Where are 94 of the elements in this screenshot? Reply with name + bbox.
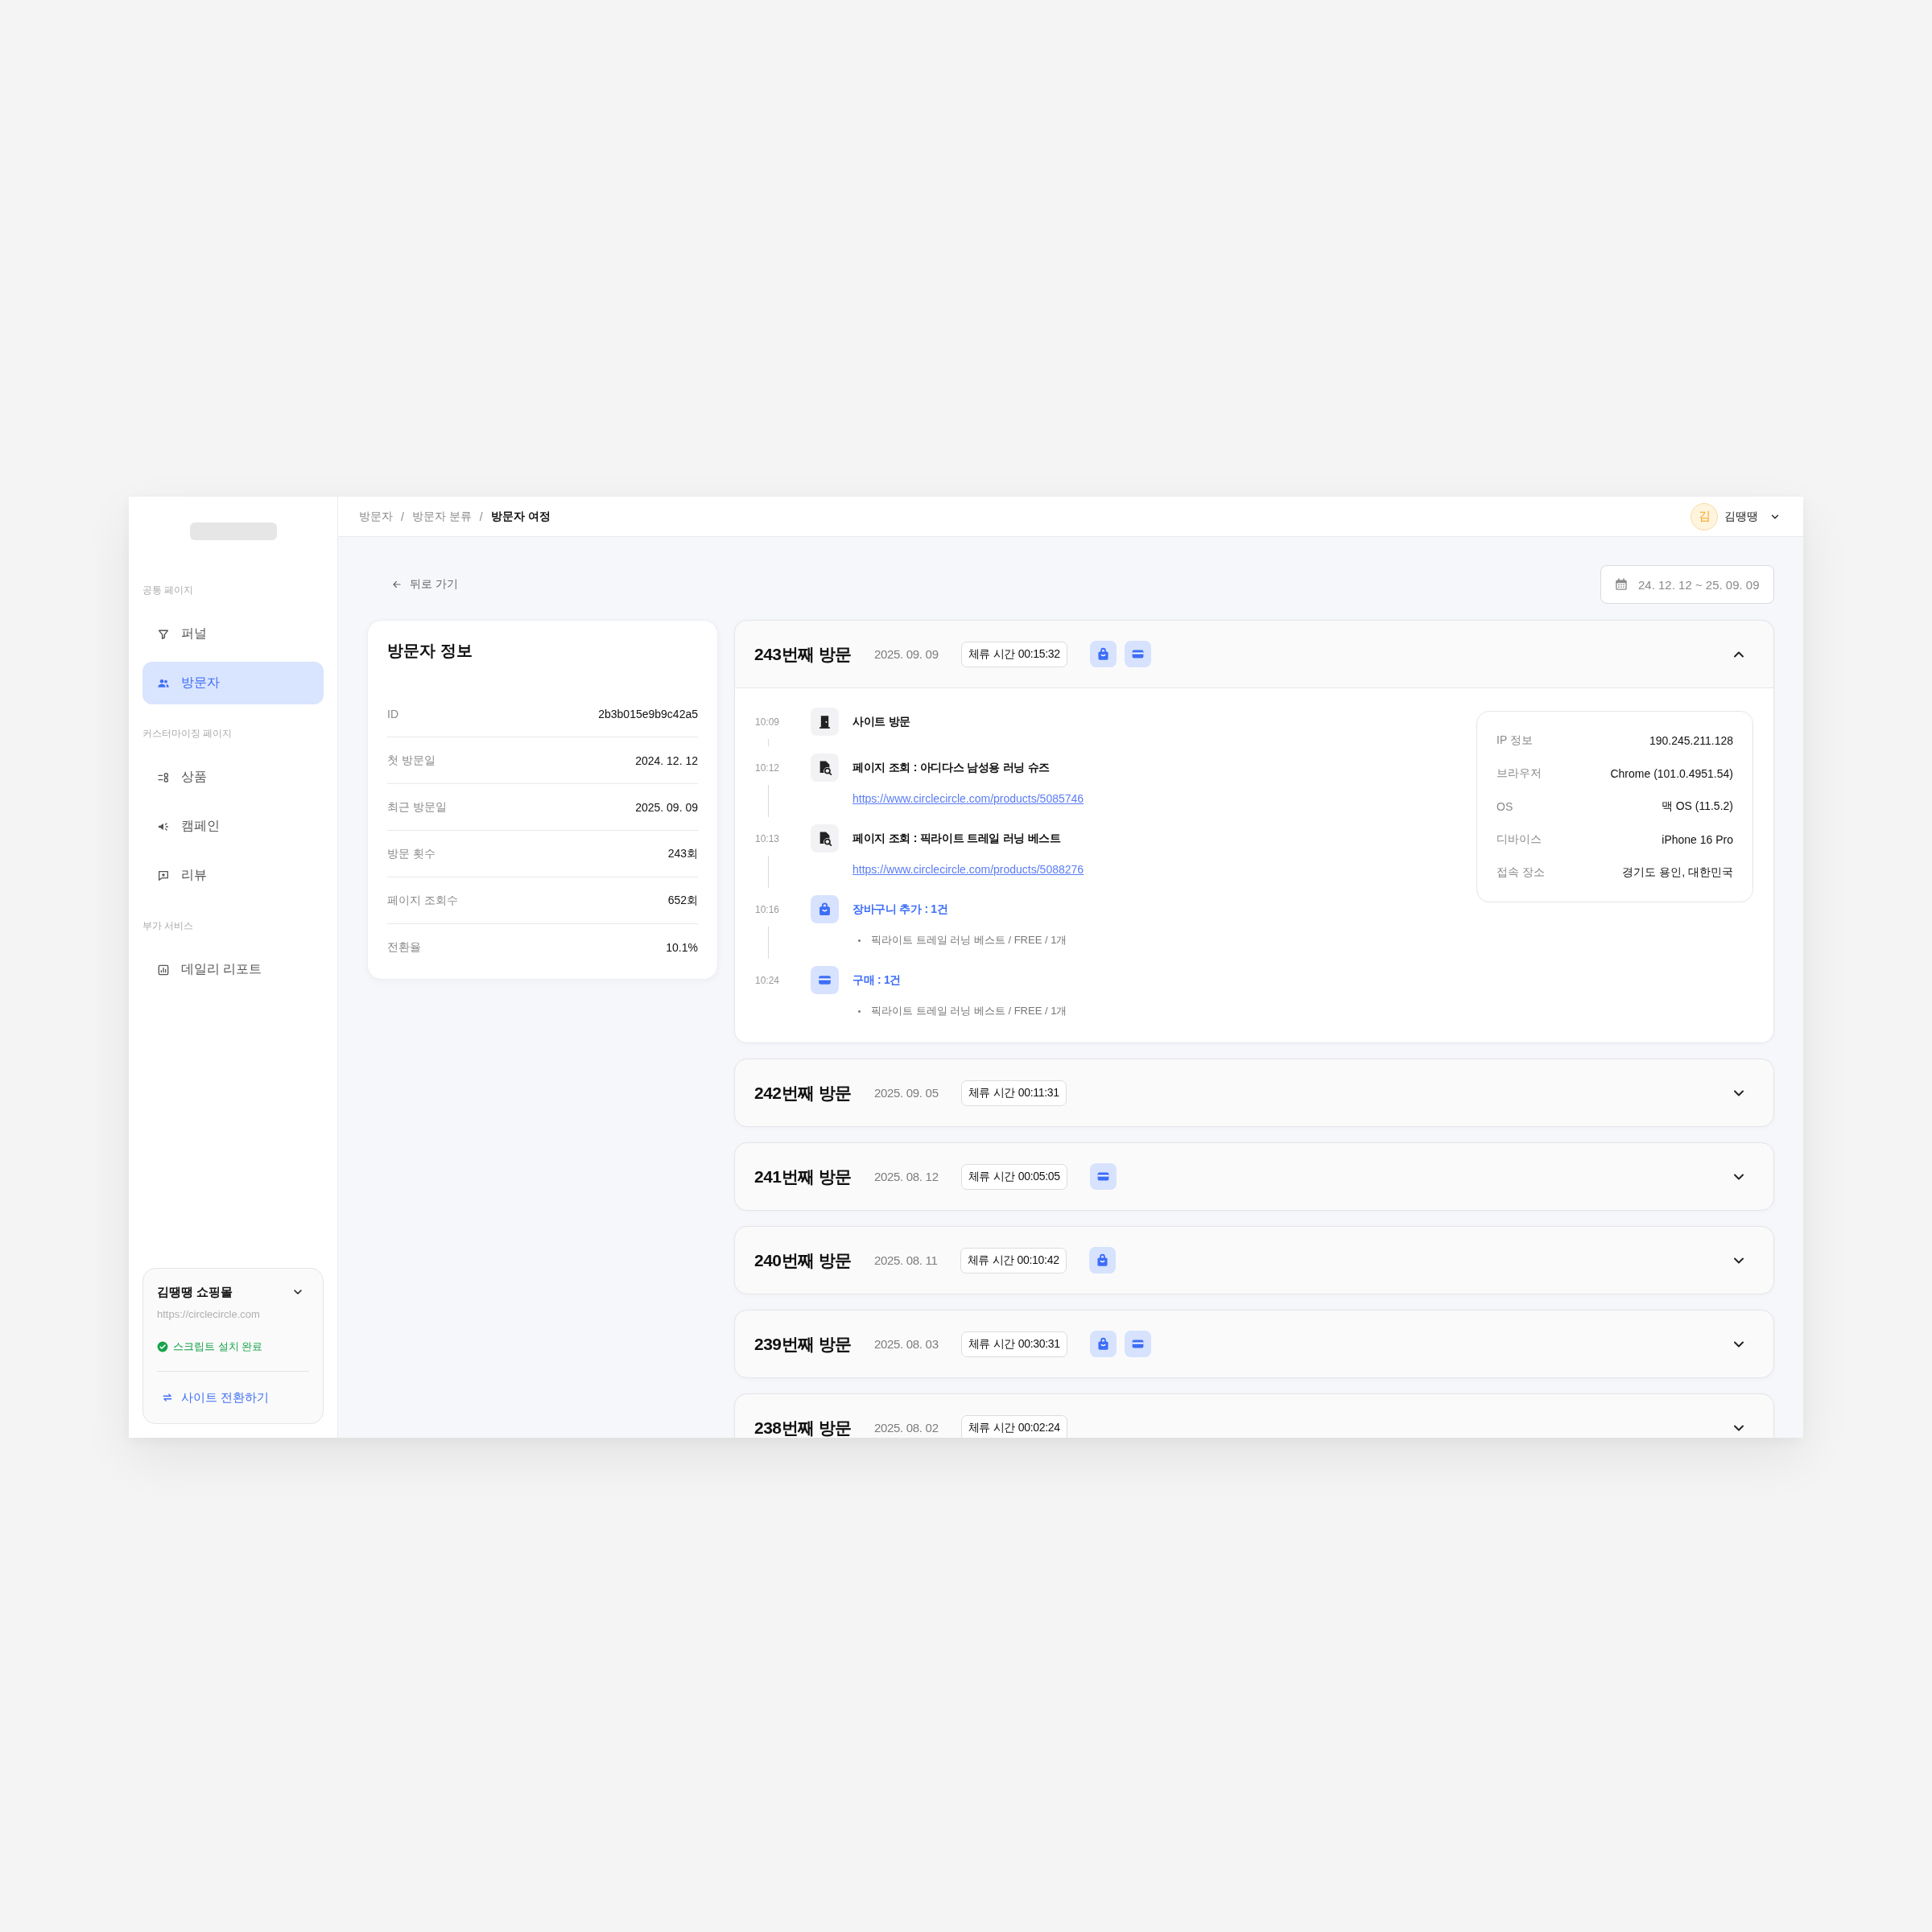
- event-time: 10:13: [755, 832, 780, 844]
- info-label: ID: [387, 707, 398, 720]
- breadcrumb-link[interactable]: 방문자 여정: [490, 509, 551, 524]
- dwell-time: 체류 시간 00:30:31: [960, 1331, 1067, 1357]
- nav-item[interactable]: 데일리 리포트: [142, 948, 324, 991]
- visit-title: 243번째 방문: [754, 643, 852, 665]
- breadcrumb-separator: /: [479, 510, 483, 523]
- info-value: 190.245.211.128: [1649, 733, 1733, 747]
- info-label: 최근 방문일: [387, 799, 447, 815]
- event-time: 10:16: [755, 903, 780, 915]
- visit-title: 242번째 방문: [754, 1082, 852, 1104]
- visit-date: 2025. 09. 05: [873, 1086, 939, 1100]
- event-title: 페이지 조회 : 아디다스 남성용 러닝 슈즈: [852, 760, 1051, 775]
- info-value: 2025. 09. 09: [635, 800, 698, 814]
- nav-item[interactable]: 리뷰: [142, 854, 324, 897]
- info-value: 243회: [667, 846, 698, 861]
- info-label: 방문 횟수: [387, 846, 436, 861]
- site-url: https://circlecircle.com: [157, 1307, 260, 1322]
- dwell-time: 체류 시간 00:02:24: [960, 1414, 1067, 1438]
- nav-item[interactable]: 방문자: [142, 662, 324, 704]
- timeline-connector: [768, 927, 769, 959]
- list-icon: [157, 770, 170, 784]
- event-title: 장바구니 추가 : 1건: [852, 902, 948, 917]
- info-value: 10.1%: [666, 941, 698, 954]
- event-title: 페이지 조회 : 픽라이트 트레일 러닝 베스트: [852, 831, 1061, 846]
- info-value: iPhone 16 Pro: [1662, 832, 1733, 846]
- nav-item[interactable]: 캠페인: [142, 805, 324, 848]
- info-value: 경기도 용인, 대한민국: [1622, 865, 1733, 880]
- breadcrumb-link[interactable]: 방문자 분류: [411, 509, 472, 524]
- bullet-icon: [858, 1009, 861, 1013]
- info-label: 브라우저: [1496, 766, 1542, 781]
- timeline-connector: [768, 739, 769, 746]
- nav-item[interactable]: 상품: [142, 756, 324, 799]
- visit-title: 241번째 방문: [754, 1166, 852, 1187]
- product-link[interactable]: https://www.circlecircle.com/products/5088276: [852, 861, 1084, 877]
- dwell-time: 체류 시간 00:10:42: [960, 1247, 1067, 1274]
- info-value: 2b3b015e9b9c42a5: [598, 707, 698, 720]
- timeline-connector: [768, 856, 769, 888]
- event-time: 10:09: [755, 716, 780, 728]
- visit-date: 2025. 08. 02: [873, 1421, 939, 1435]
- shopping-bag-icon: [811, 895, 839, 923]
- info-label: 첫 방문일: [387, 753, 436, 768]
- section-label: 부가 서비스: [142, 919, 194, 932]
- back-button[interactable]: 뒤로 가기: [391, 577, 458, 592]
- dwell-time: 체류 시간 00:11:31: [960, 1080, 1067, 1106]
- info-value: 맥 OS (11.5.2): [1661, 799, 1733, 814]
- door-icon: [811, 708, 839, 736]
- info-label: 페이지 조회수: [387, 893, 458, 908]
- event-title: 구매 : 1건: [852, 972, 902, 988]
- nav-item[interactable]: 퍼널: [142, 613, 324, 655]
- visit-date: 2025. 08. 12: [873, 1170, 939, 1183]
- breadcrumb-link[interactable]: 방문자: [359, 509, 393, 524]
- info-label: OS: [1496, 799, 1513, 813]
- event-item-text: 픽라이트 트레일 러닝 베스트 / FREE / 1개: [871, 1004, 1067, 1018]
- star-message-icon: [157, 869, 170, 882]
- swap-arrows-icon: [162, 1392, 173, 1403]
- visit-title: 239번째 방문: [754, 1333, 852, 1355]
- info-label: 전환율: [387, 940, 421, 955]
- visit-date: 2025. 09. 09: [873, 647, 939, 661]
- user-name[interactable]: 김땡땡: [1724, 509, 1758, 524]
- document-search-icon: [811, 753, 839, 782]
- check-circle-icon: [157, 1341, 168, 1352]
- visit-title: 240번째 방문: [754, 1249, 852, 1271]
- info-label: 디바이스: [1496, 832, 1542, 847]
- info-value: Chrome (101.0.4951.54): [1610, 766, 1733, 780]
- info-label: 접속 장소: [1496, 865, 1545, 880]
- info-label: IP 정보: [1496, 733, 1533, 748]
- product-link[interactable]: https://www.circlecircle.com/products/5085746: [852, 791, 1084, 807]
- bullet-icon: [858, 939, 861, 942]
- visit-date: 2025. 08. 11: [873, 1253, 938, 1267]
- card-title: 방문자 정보: [387, 641, 473, 660]
- arrow-left-icon: [391, 579, 402, 590]
- section-label: 커스터마이징 페이지: [142, 727, 233, 740]
- document-search-icon: [811, 824, 839, 852]
- section-label: 공통 페이지: [142, 584, 194, 597]
- site-name: 김땡땡 쇼핑몰: [157, 1284, 233, 1300]
- calendar-icon: [1614, 577, 1629, 592]
- breadcrumb-separator: /: [401, 510, 404, 523]
- info-value: 652회: [667, 893, 698, 908]
- install-status: 스크립트 설치 완료: [173, 1340, 263, 1354]
- event-time: 10:12: [755, 762, 780, 774]
- visit-title: 238번째 방문: [754, 1417, 852, 1438]
- timeline-connector: [768, 785, 769, 817]
- info-value: 2024. 12. 12: [635, 753, 698, 767]
- event-time: 10:24: [755, 974, 780, 986]
- dwell-time: 체류 시간 00:05:05: [960, 1163, 1067, 1190]
- date-range-field[interactable]: 24. 12. 12 ~ 25. 09. 09: [1600, 565, 1774, 604]
- dwell-time: 체류 시간 00:15:32: [960, 641, 1067, 667]
- bar-chart-icon: [157, 963, 170, 976]
- switch-site-button[interactable]: 사이트 전환하기: [157, 1383, 275, 1412]
- credit-card-icon: [811, 966, 839, 994]
- event-title: 사이트 방문: [852, 714, 911, 729]
- visit-date: 2025. 08. 03: [873, 1337, 939, 1351]
- event-item-text: 픽라이트 트레일 러닝 베스트 / FREE / 1개: [871, 933, 1067, 947]
